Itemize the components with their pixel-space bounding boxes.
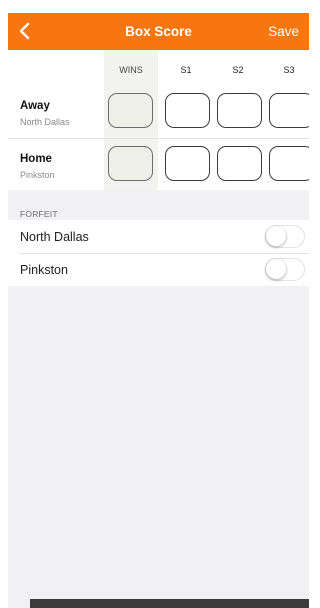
forfeit-row-away: North Dallas bbox=[8, 220, 309, 254]
navigation-bar: Box Score Save bbox=[8, 13, 309, 50]
home-s3-input[interactable] bbox=[269, 146, 309, 181]
empty-content-area bbox=[8, 286, 309, 599]
home-s1-input[interactable] bbox=[165, 146, 210, 181]
home-bar-region bbox=[8, 599, 309, 608]
forfeit-toggle-home[interactable] bbox=[265, 258, 305, 281]
toggle-knob bbox=[266, 259, 286, 279]
screen-frame: Box Score Save WINS S1 S2 S3 Away North … bbox=[0, 0, 309, 608]
forfeit-label-home: Pinkston bbox=[20, 263, 68, 277]
box-score-table: WINS S1 S2 S3 Away North Dallas Home Pin… bbox=[8, 50, 309, 190]
away-s3-input[interactable] bbox=[269, 93, 309, 128]
away-s1-input[interactable] bbox=[165, 93, 210, 128]
save-button[interactable]: Save bbox=[268, 24, 299, 39]
away-team-role: Away bbox=[20, 100, 50, 112]
page-title: Box Score bbox=[125, 24, 192, 39]
forfeit-list: North Dallas Pinkston bbox=[8, 220, 309, 286]
chevron-left-icon bbox=[19, 22, 30, 40]
forfeit-toggle-away[interactable] bbox=[265, 225, 305, 248]
home-team-role: Home bbox=[20, 153, 52, 165]
home-s2-input[interactable] bbox=[217, 146, 262, 181]
home-indicator[interactable] bbox=[30, 599, 309, 608]
home-wins-input[interactable] bbox=[108, 146, 153, 181]
column-header-s3: S3 bbox=[283, 65, 295, 75]
back-button[interactable] bbox=[14, 19, 38, 43]
toggle-knob bbox=[266, 226, 286, 246]
away-s2-input[interactable] bbox=[217, 93, 262, 128]
column-header-s1: S1 bbox=[180, 65, 192, 75]
away-team-name: North Dallas bbox=[20, 117, 70, 127]
forfeit-section-header: FORFEIT bbox=[20, 209, 58, 219]
forfeit-label-away: North Dallas bbox=[20, 230, 89, 244]
row-divider bbox=[8, 138, 309, 139]
away-wins-input[interactable] bbox=[108, 93, 153, 128]
column-header-wins: WINS bbox=[119, 65, 143, 75]
column-header-s2: S2 bbox=[232, 65, 244, 75]
app-screen: Box Score Save WINS S1 S2 S3 Away North … bbox=[8, 13, 309, 608]
forfeit-row-home: Pinkston bbox=[8, 253, 309, 286]
home-team-name: Pinkston bbox=[20, 170, 55, 180]
